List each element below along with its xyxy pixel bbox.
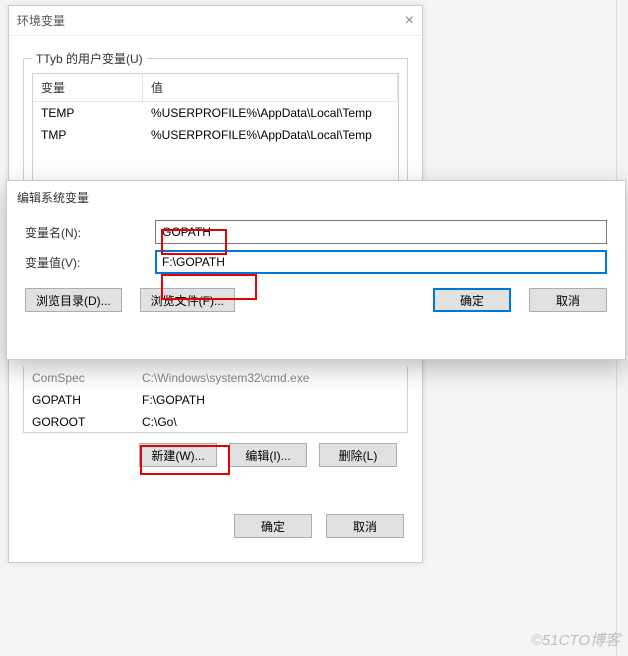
new-button[interactable]: 新建(W)... <box>139 443 217 467</box>
close-icon[interactable]: × <box>405 6 414 36</box>
edit-system-variable-dialog: 编辑系统变量 变量名(N): 变量值(V): 浏览目录(D)... 浏览文件(F… <box>6 180 626 360</box>
cell-var: GOROOT <box>24 411 134 433</box>
system-variables-buttons: 新建(W)... 编辑(I)... 删除(L) <box>23 443 408 467</box>
user-variables-legend: TTyb 的用户变量(U) <box>32 50 147 67</box>
cell-var: TEMP <box>33 102 143 124</box>
variable-name-label: 变量名(N): <box>25 224 155 241</box>
edit-dialog-title: 编辑系统变量 <box>7 181 625 214</box>
table-row[interactable]: GOPATH F:\GOPATH <box>24 389 407 411</box>
table-row[interactable]: ComSpec C:\Windows\system32\cmd.exe <box>24 367 407 389</box>
cell-val: %USERPROFILE%\AppData\Local\Temp <box>143 102 398 124</box>
watermark-text: ©51CTO博客 <box>531 629 620 650</box>
variable-value-label: 变量值(V): <box>25 254 155 271</box>
cancel-button[interactable]: 取消 <box>326 514 404 538</box>
cell-var: ComSpec <box>24 367 134 389</box>
env-dialog-footer-buttons: 确定 取消 <box>234 514 404 538</box>
cell-val: F:\GOPATH <box>134 389 407 411</box>
system-variables-table[interactable]: ComSpec C:\Windows\system32\cmd.exe GOPA… <box>23 367 408 433</box>
cell-var: TMP <box>33 124 143 146</box>
column-header-value[interactable]: 值 <box>143 74 398 101</box>
edit-cancel-button[interactable]: 取消 <box>529 288 607 312</box>
browse-file-button[interactable]: 浏览文件(F)... <box>140 288 235 312</box>
system-variables-group: ComSpec C:\Windows\system32\cmd.exe GOPA… <box>23 361 408 467</box>
cell-var: GOPATH <box>24 389 134 411</box>
column-header-variable[interactable]: 变量 <box>33 74 143 101</box>
delete-button[interactable]: 删除(L) <box>319 443 397 467</box>
env-dialog-title: 环境变量 <box>17 6 65 36</box>
env-dialog-titlebar[interactable]: 环境变量 × <box>9 6 422 36</box>
table-row[interactable]: TEMP %USERPROFILE%\AppData\Local\Temp <box>33 102 398 124</box>
ok-button[interactable]: 确定 <box>234 514 312 538</box>
table-row[interactable]: GOROOT C:\Go\ <box>24 411 407 433</box>
variable-value-input[interactable] <box>155 250 607 274</box>
edit-ok-button[interactable]: 确定 <box>433 288 511 312</box>
user-variables-table[interactable]: 变量 值 TEMP %USERPROFILE%\AppData\Local\Te… <box>32 73 399 195</box>
variable-name-input[interactable] <box>155 220 607 244</box>
table-row[interactable]: TMP %USERPROFILE%\AppData\Local\Temp <box>33 124 398 146</box>
browse-directory-button[interactable]: 浏览目录(D)... <box>25 288 122 312</box>
edit-button[interactable]: 编辑(I)... <box>229 443 307 467</box>
cell-val: %USERPROFILE%\AppData\Local\Temp <box>143 124 398 146</box>
cell-val: C:\Windows\system32\cmd.exe <box>134 367 407 389</box>
cell-val: C:\Go\ <box>134 411 407 433</box>
